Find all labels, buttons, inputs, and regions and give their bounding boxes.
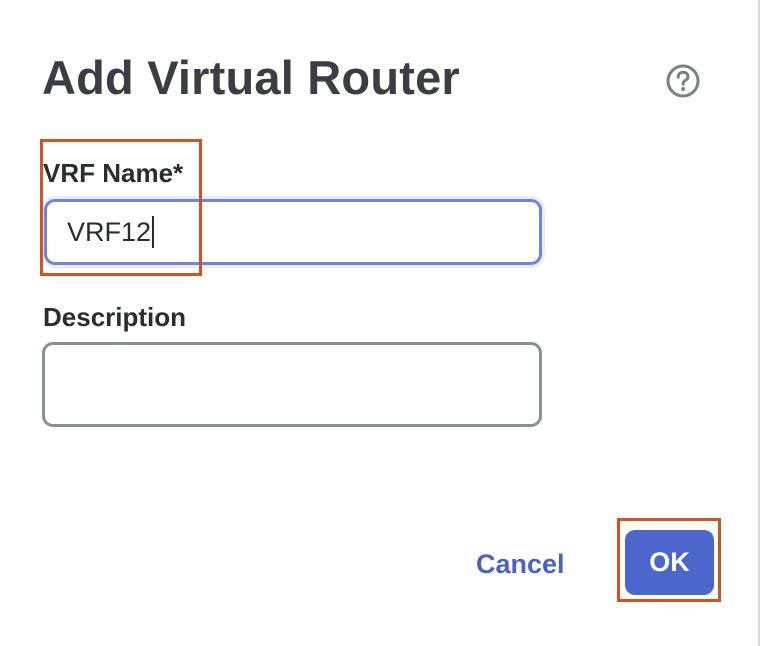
description-label: Description [43,302,187,332]
description-input[interactable] [42,342,542,427]
cancel-button[interactable]: Cancel [466,540,575,588]
text-cursor [152,216,155,248]
help-icon[interactable] [665,63,701,99]
ok-button[interactable]: OK [625,530,714,595]
vrf-name-value: VRF12 [67,216,152,247]
add-virtual-router-dialog: Add Virtual Router VRF Name* VRF12 Descr… [0,0,760,646]
dialog-title: Add Virtual Router [42,51,460,104]
vrf-name-label: VRF Name* [43,158,184,188]
vrf-name-input[interactable]: VRF12 [44,199,542,265]
